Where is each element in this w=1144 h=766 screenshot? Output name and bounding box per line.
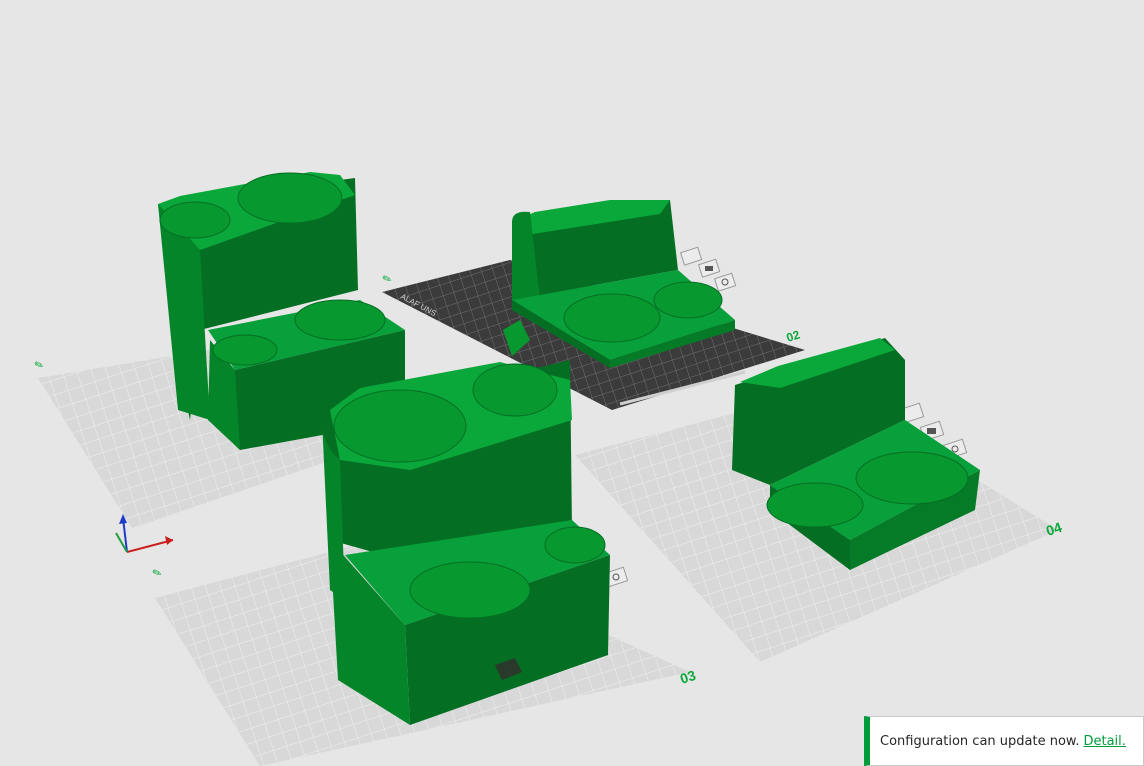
plate-edit-icon[interactable]: ✎ <box>381 272 394 286</box>
scene-canvas[interactable]: ✎ 02 ✎ 03 ✎ 04 ALAF UNS <box>0 0 1144 766</box>
3d-viewport[interactable]: ✎ 02 ✎ 03 ✎ 04 ALAF UNS Configuration ca… <box>0 0 1144 766</box>
plate-label-02: 02 <box>785 327 802 345</box>
plate-label-03: 03 <box>678 667 698 687</box>
detail-link[interactable]: Detail. <box>1083 734 1125 749</box>
plate-label-04: 04 <box>1044 519 1064 539</box>
plate-edit-icon[interactable]: ✎ <box>33 358 46 372</box>
update-notification: Configuration can update now. Detail. <box>864 716 1144 766</box>
notification-message: Configuration can update now. <box>880 733 1080 749</box>
plate-arrange-icon[interactable] <box>697 258 721 278</box>
plate-lock-icon[interactable] <box>679 246 703 266</box>
plate-edit-icon[interactable]: ✎ <box>151 566 164 580</box>
plate-settings-icon[interactable] <box>713 272 737 292</box>
